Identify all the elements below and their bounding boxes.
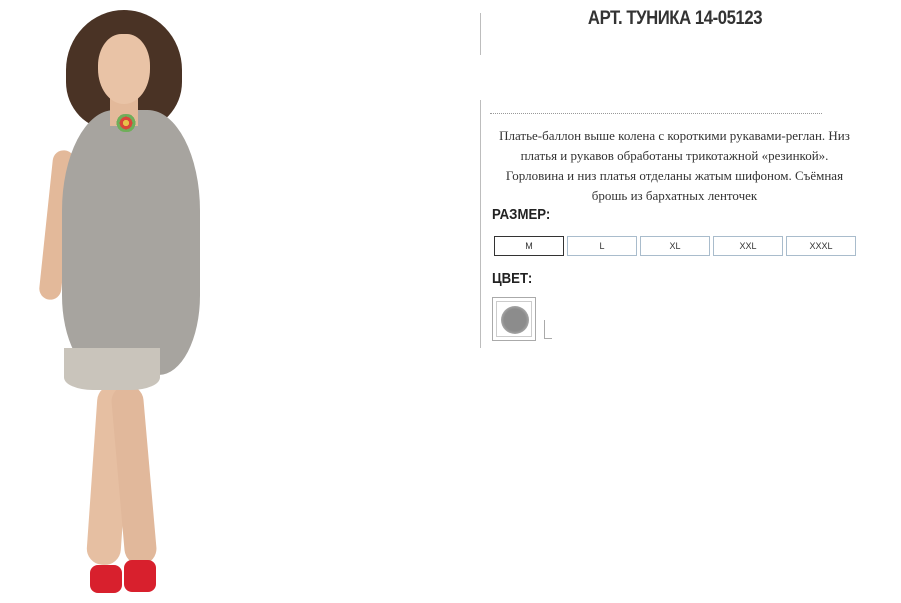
model-shoe — [90, 565, 122, 593]
description-line: платья и рукавов обработаны трикотажной … — [520, 148, 829, 163]
model-dress — [62, 110, 200, 375]
dotted-separator — [490, 113, 822, 114]
product-title: АРТ. ТУНИКА 14-05123 — [587, 8, 763, 29]
divider — [480, 13, 481, 55]
brooch — [113, 114, 139, 132]
corner-marker — [544, 320, 552, 339]
description-line: Платье-баллон выше колена с короткими ру… — [499, 128, 850, 143]
swatch-frame — [496, 301, 532, 337]
color-label: ЦВЕТ: — [492, 270, 533, 287]
product-photo — [0, 0, 300, 603]
size-selector: M L XL XXL XXXL — [494, 236, 856, 256]
size-option-xl[interactable]: XL — [640, 236, 710, 256]
size-option-l[interactable]: L — [567, 236, 637, 256]
model-face — [98, 34, 150, 104]
size-option-xxxl[interactable]: XXXL — [786, 236, 856, 256]
color-swatch-grey[interactable] — [492, 297, 536, 341]
grey-color-dot — [501, 306, 529, 334]
product-description: Платье-баллон выше колена с короткими ру… — [492, 126, 857, 206]
size-label: РАЗМЕР: — [492, 206, 551, 223]
description-line: брошь из бархатных ленточек — [591, 188, 758, 203]
dress-chiffon-hem — [64, 348, 160, 390]
description-line: Горловина и низ платья отделаны жатым ши… — [505, 168, 844, 183]
size-option-xxl[interactable]: XXL — [713, 236, 783, 256]
divider — [480, 100, 481, 348]
size-option-m[interactable]: M — [494, 236, 564, 256]
model-shoe — [124, 560, 156, 592]
